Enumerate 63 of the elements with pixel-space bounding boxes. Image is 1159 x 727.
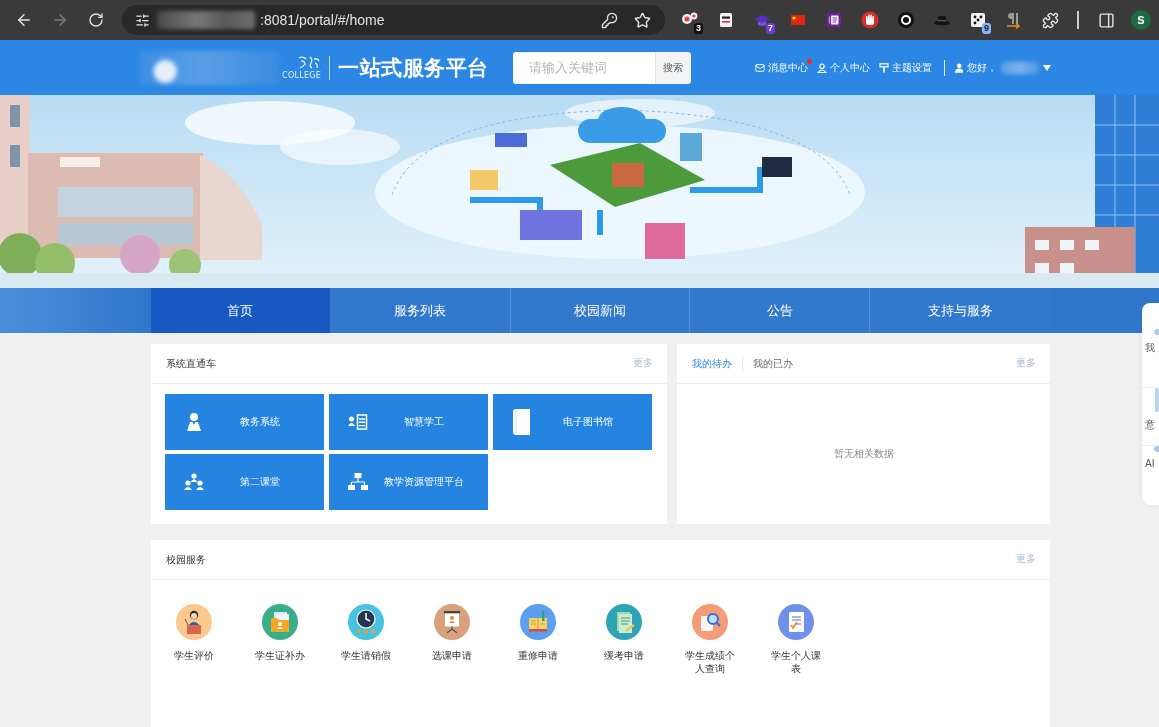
bar-icon [1155,387,1159,412]
system-tile[interactable]: 电子图书馆 [493,394,652,450]
service-item[interactable]: 重修申请 [495,604,581,675]
key-icon[interactable] [601,11,618,29]
user-icon [184,412,204,432]
todo-tab[interactable]: 我的已办 [753,356,793,371]
nav-tab[interactable]: 首页 [151,288,331,333]
user-icon [816,62,827,73]
bookmark-star-icon[interactable] [634,11,651,29]
search-button[interactable]: 搜索 [654,51,691,84]
profile-avatar[interactable]: S [1131,10,1151,30]
card-title: 系统直通车 [166,356,216,371]
service-item[interactable]: 学生成绩个人查询 [667,604,753,675]
system-tile[interactable]: 第二课堂 [165,454,324,510]
ring-icon[interactable] [897,11,915,29]
side-panel-item[interactable]: 我 [1142,329,1159,388]
service-item[interactable]: 学生个人课表 [753,604,839,675]
side-panel-item[interactable]: 意 [1142,387,1159,447]
reload-icon[interactable] [88,12,104,28]
service-item[interactable]: 缓考申请 [581,604,667,675]
system-tile[interactable]: 教学资源管理平台 [329,454,488,510]
card-title: 校园服务 [166,552,206,567]
site-title: 一站式服务平台 [338,54,489,82]
address-bar[interactable]: :8081/portal/#/home [122,5,665,35]
count-badge: 9 [982,23,991,34]
network-icon [348,473,368,491]
sliders-icon[interactable] [134,12,150,28]
header-link[interactable]: 消息中心 [754,60,808,75]
logo-caption: COLLEGE [282,70,322,81]
back-icon[interactable] [15,11,33,29]
system-tile[interactable]: 智慧学工 [329,394,488,450]
paint-roller-icon [878,62,889,73]
user-icon [954,62,964,73]
header-link[interactable]: 主题设置 [878,60,932,75]
header-link[interactable]: 个人中心 [816,60,870,75]
forward-icon[interactable] [51,11,69,29]
count-badge: 3 [694,23,703,34]
service-item[interactable]: 学生证补办 [237,604,323,675]
mail-icon [754,62,765,73]
caret-icon[interactable] [1043,64,1051,71]
count-badge: 7 [766,23,775,34]
search-field[interactable]: 请输入关键词 [512,51,655,84]
service-item[interactable]: 学生请销假 [323,604,409,675]
system-tile[interactable]: 教务系统 [165,394,324,450]
book-icon [513,409,531,435]
extensions-icon[interactable] [1041,11,1059,29]
service-item[interactable]: 学生评价 [151,604,237,675]
service-item[interactable]: 选课申请 [409,604,495,675]
paragraph-arrow-icon[interactable] [1005,11,1023,29]
dice-icon[interactable] [969,11,987,29]
side-panel-icon[interactable] [1097,11,1115,29]
greeting-text: 您好， [967,60,998,75]
blurred-block [1001,61,1039,74]
hand-icon[interactable] [861,11,879,29]
todo-tab[interactable]: 我的待办 [692,356,732,371]
side-panel-item[interactable]: AI [1142,446,1159,505]
url-text: :8081/portal/#/home [260,12,385,28]
calligraphy-logo [297,54,322,70]
notebook-icon[interactable] [825,11,843,29]
group-icon [184,473,204,491]
document-icon[interactable] [717,11,735,29]
contact-list-icon [348,413,368,431]
empty-text: 暂无相关数据 [833,447,894,461]
